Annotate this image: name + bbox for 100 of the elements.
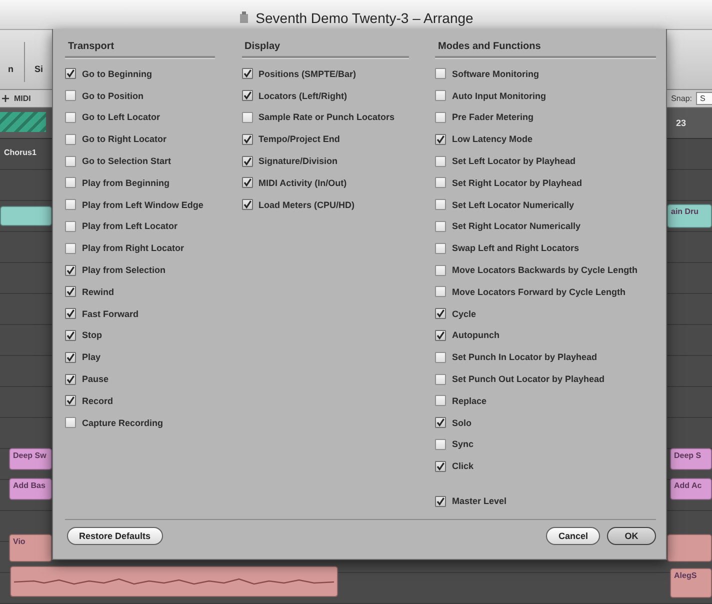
checkbox-label: Click	[452, 461, 474, 472]
checkbox-label: Go to Position	[82, 90, 144, 101]
checkbox[interactable]	[435, 134, 446, 145]
checkbox[interactable]	[242, 156, 252, 167]
checkbox[interactable]	[435, 242, 446, 254]
restore-defaults-button[interactable]: Restore Defaults	[67, 527, 163, 545]
checkbox-label: Set Right Locator by Playhead	[452, 178, 582, 188]
track-region: Add Ac	[670, 478, 712, 500]
checkbox-label: Move Locators Backwards by Cycle Length	[452, 265, 638, 276]
checkbox-label: Set Punch In Locator by Playhead	[452, 352, 598, 362]
checkbox-label: Play from Selection	[82, 265, 166, 276]
checkbox-label: Replace	[452, 396, 487, 406]
checkbox-label: Set Left Locator by Playhead	[452, 156, 576, 166]
checkbox[interactable]	[435, 352, 446, 363]
dialog-button[interactable]: Cancel	[546, 527, 600, 545]
checkbox[interactable]	[435, 460, 446, 472]
track-label: MIDI	[14, 94, 31, 103]
checkbox-label: Go to Beginning	[82, 68, 152, 79]
checkbox[interactable]	[65, 177, 76, 188]
checkbox[interactable]	[435, 417, 446, 428]
checkbox-label: Positions (SMPTE/Bar)	[258, 68, 356, 79]
checkbox-label: Solo	[452, 418, 472, 428]
checkbox[interactable]	[65, 374, 76, 385]
checkbox-label: Play from Left Locator	[82, 221, 178, 232]
checkbox-label: Cycle	[452, 308, 476, 319]
default-button[interactable]: OK	[607, 527, 656, 545]
checkbox[interactable]	[435, 220, 446, 232]
checkbox[interactable]	[435, 264, 446, 276]
track-region: AlegS	[670, 568, 712, 598]
toolbar-label: Si	[34, 64, 44, 74]
checkbox[interactable]	[435, 308, 446, 320]
checkbox[interactable]	[242, 199, 252, 210]
marker-label: Chorus1	[4, 148, 36, 157]
checkbox-label: Rewind	[82, 286, 114, 297]
checkbox[interactable]	[65, 156, 76, 167]
checkbox-label: Locators (Left/Right)	[258, 90, 347, 101]
checkbox[interactable]	[65, 112, 76, 123]
checkbox[interactable]	[435, 177, 446, 188]
checkbox[interactable]	[435, 374, 446, 385]
checkbox[interactable]	[65, 417, 76, 428]
track-region: Vio	[9, 534, 52, 562]
checkbox-label: Play from Right Locator	[82, 243, 184, 254]
checkbox[interactable]	[65, 330, 76, 341]
checkbox-label: Tempo/Project End	[258, 134, 340, 144]
checkbox-label: Autopunch	[452, 330, 500, 340]
checkbox[interactable]	[435, 68, 446, 80]
checkbox-label: Low Latency Mode	[452, 134, 533, 144]
checkbox[interactable]	[242, 112, 252, 123]
checkbox[interactable]	[65, 220, 76, 232]
checkbox-label: Play from Beginning	[82, 178, 170, 188]
track-region: Add Bas	[9, 478, 52, 500]
checkbox-label: Pause	[82, 374, 109, 384]
checkbox-label: Fast Forward	[82, 308, 139, 319]
checkbox[interactable]	[65, 134, 76, 145]
checkbox-label: Load Meters (CPU/HD)	[258, 200, 355, 210]
checkbox-label: Stop	[82, 330, 102, 340]
checkbox[interactable]	[242, 177, 252, 188]
checkbox-label: MIDI Activity (In/Out)	[258, 178, 347, 188]
section-heading: Transport	[65, 41, 215, 58]
checkbox[interactable]	[65, 90, 76, 102]
checkbox-label: Set Punch Out Locator by Playhead	[452, 374, 605, 384]
checkbox[interactable]	[435, 286, 446, 298]
checkbox[interactable]	[435, 90, 446, 102]
checkbox[interactable]	[435, 112, 446, 123]
checkbox-label: Master Level	[452, 496, 507, 506]
checkbox-label: Move Locators Forward by Cycle Length	[452, 286, 626, 297]
checkbox-label: Swap Left and Right Locators	[452, 243, 580, 254]
checkbox-label: Play	[82, 352, 101, 362]
checkbox[interactable]	[435, 330, 446, 341]
track-region: ain Dru	[667, 204, 712, 228]
checkbox[interactable]	[65, 308, 76, 320]
section-heading: Display	[242, 41, 408, 58]
checkbox[interactable]	[65, 242, 76, 254]
checkbox-label: Sync	[452, 439, 474, 450]
track-region: Deep S	[670, 448, 712, 470]
checkbox[interactable]	[65, 352, 76, 363]
checkbox[interactable]	[242, 68, 252, 80]
checkbox-label: Go to Left Locator	[82, 112, 160, 122]
checkbox[interactable]	[242, 134, 252, 145]
checkbox[interactable]	[435, 395, 446, 406]
checkbox[interactable]	[435, 496, 446, 507]
section-heading: Modes and Functions	[435, 41, 656, 58]
snap-field[interactable]: S	[696, 92, 712, 105]
checkbox-label: Play from Left Window Edge	[82, 200, 204, 210]
checkbox-label: Software Monitoring	[452, 68, 539, 79]
checkbox[interactable]	[435, 199, 446, 210]
checkbox[interactable]	[65, 264, 76, 276]
checkbox-label: Sample Rate or Punch Locators	[258, 112, 395, 122]
checkbox[interactable]	[435, 156, 446, 167]
checkbox[interactable]	[65, 286, 76, 298]
toolbar-label: n	[8, 64, 14, 74]
checkbox[interactable]	[65, 395, 76, 406]
checkbox[interactable]	[242, 90, 252, 102]
checkbox[interactable]	[65, 68, 76, 80]
checkbox-label: Auto Input Monitoring	[452, 90, 546, 101]
checkbox[interactable]	[435, 438, 446, 450]
checkbox[interactable]	[65, 199, 76, 210]
snap-label: Snap:	[671, 94, 692, 103]
plus-icon[interactable]	[2, 95, 9, 102]
checkbox-label: Pre Fader Metering	[452, 112, 534, 122]
